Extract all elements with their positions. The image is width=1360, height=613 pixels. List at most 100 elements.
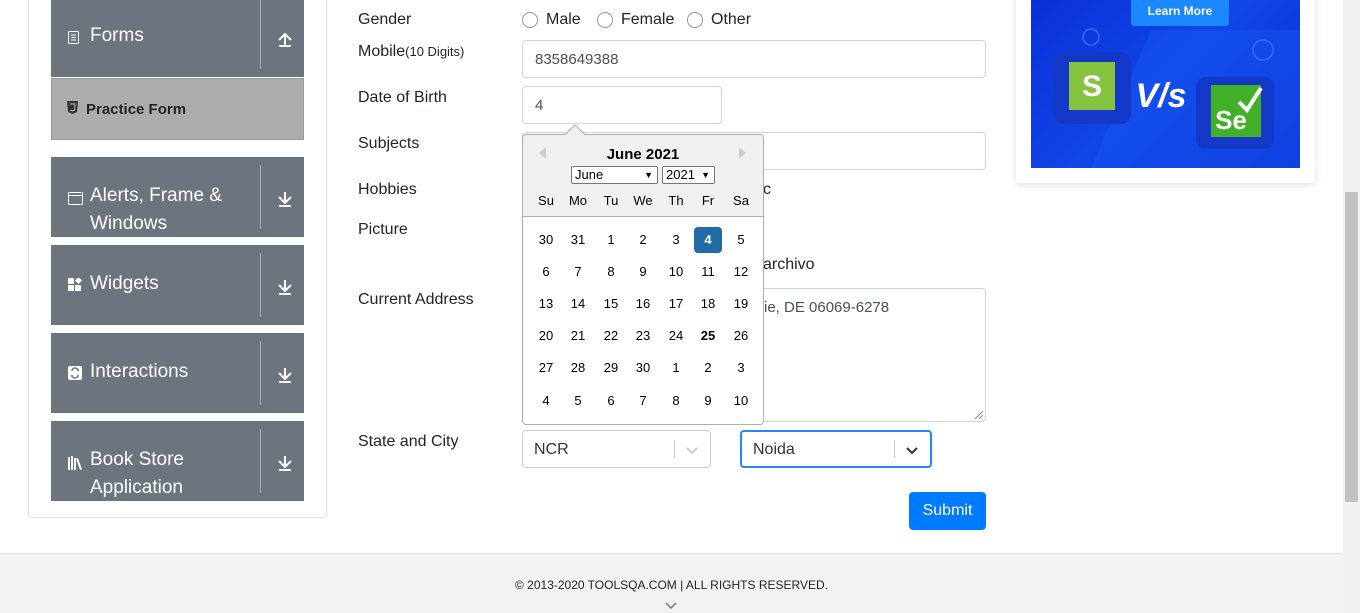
calendar-day[interactable]: 8 xyxy=(597,259,625,285)
calendar-day[interactable]: 7 xyxy=(629,388,657,414)
hobbies-option-partial[interactable]: c xyxy=(763,181,771,199)
calendar-day[interactable]: 18 xyxy=(694,291,722,317)
calendar-day[interactable]: 30 xyxy=(532,227,560,253)
calendar-day[interactable]: 29 xyxy=(597,355,625,381)
calendar-day[interactable]: 13 xyxy=(532,291,560,317)
chevron-down-icon[interactable] xyxy=(664,598,678,612)
calendar-day[interactable]: 3 xyxy=(727,355,755,381)
calendar-day[interactable]: 1 xyxy=(662,355,690,381)
current-address-value: ie, DE 06069-6278 xyxy=(764,299,890,316)
chevron-up-icon[interactable] xyxy=(275,29,295,49)
chevron-down-icon: ▼ xyxy=(644,170,653,180)
gender-label: Gender xyxy=(358,11,412,28)
ad-image[interactable]: Learn More S V/s Se xyxy=(1031,0,1300,168)
gender-radio-female[interactable] xyxy=(597,12,613,28)
mobile-label: Mobile(10 Digits) xyxy=(358,43,464,61)
chevron-down-icon: ▼ xyxy=(701,170,710,180)
divider xyxy=(894,440,895,458)
sidebar: Forms Practice Form Alerts, Frame & Wind… xyxy=(28,0,327,518)
gender-radio-male[interactable] xyxy=(522,12,538,28)
ad-artwork: S V/s Se xyxy=(1053,28,1300,168)
sidebar-item-practice-form[interactable]: Practice Form xyxy=(51,78,304,140)
calendar-day[interactable]: 26 xyxy=(727,323,755,349)
calendar-day[interactable]: 10 xyxy=(662,259,690,285)
dob-input[interactable]: 4 xyxy=(522,86,722,124)
footer: © 2013-2020 TOOLSQA.COM | ALL RIGHTS RES… xyxy=(0,553,1343,613)
calendar-day[interactable]: 5 xyxy=(727,227,755,253)
state-city-label: State and City xyxy=(358,433,459,450)
calendar-day[interactable]: 2 xyxy=(629,227,657,253)
calendar-day[interactable]: 7 xyxy=(564,259,592,285)
mobile-input[interactable]: 8358649388 xyxy=(522,40,986,78)
calendar-day[interactable]: 30 xyxy=(629,355,657,381)
datepicker-month-title: June 2021 xyxy=(606,146,680,163)
chevron-down-icon[interactable] xyxy=(904,442,920,458)
scrollbar-thumb[interactable] xyxy=(1345,192,1358,502)
day-name: Su xyxy=(538,193,554,208)
sidebar-group-book-store[interactable]: Book Store Application xyxy=(51,421,304,501)
calendar-day[interactable]: 6 xyxy=(532,259,560,285)
chevron-down-icon[interactable] xyxy=(275,277,295,297)
divider xyxy=(260,341,261,405)
sidebar-group-label: Interactions xyxy=(90,361,189,382)
state-select[interactable]: NCR xyxy=(522,430,711,468)
chevron-down-icon[interactable] xyxy=(684,442,700,458)
dob-label: Date of Birth xyxy=(358,89,447,106)
mobile-value: 8358649388 xyxy=(535,50,619,68)
picture-file-text[interactable]: archivo xyxy=(763,256,815,274)
month-select[interactable]: June ▼ xyxy=(571,166,658,184)
chevron-down-icon[interactable] xyxy=(275,453,295,473)
calendar-day[interactable]: 25 xyxy=(694,323,722,349)
calendar-day[interactable]: 4 xyxy=(532,388,560,414)
sidebar-group-widgets[interactable]: Widgets xyxy=(51,245,304,325)
hobbies-label: Hobbies xyxy=(358,181,417,198)
calendar-day[interactable]: 12 xyxy=(727,259,755,285)
calendar-day[interactable]: 24 xyxy=(662,323,690,349)
calendar-day[interactable]: 16 xyxy=(629,291,657,317)
divider xyxy=(260,0,261,69)
gender-option-label[interactable]: Female xyxy=(621,11,674,29)
calendar-day[interactable]: 21 xyxy=(564,323,592,349)
calendar-day[interactable]: 17 xyxy=(662,291,690,317)
chevron-down-icon[interactable] xyxy=(275,365,295,385)
calendar-day[interactable]: 2 xyxy=(694,355,722,381)
gender-radio-other[interactable] xyxy=(687,12,703,28)
sidebar-group-interactions[interactable]: Interactions xyxy=(51,333,304,413)
datepicker-header: June 2021 June ▼ 2021 ▼ Su Mo Tu We Th Fr … xyxy=(523,135,763,217)
calendar-day[interactable]: 3 xyxy=(662,227,690,253)
resize-handle-icon[interactable] xyxy=(975,411,983,419)
calendar-day[interactable]: 14 xyxy=(564,291,592,317)
calendar-day[interactable]: 15 xyxy=(597,291,625,317)
year-select-value: 2021 xyxy=(666,167,695,182)
city-select[interactable]: Noida xyxy=(740,430,932,468)
interactions-icon xyxy=(68,366,82,383)
calendar-day[interactable]: 1 xyxy=(597,227,625,253)
calendar-day[interactable]: 20 xyxy=(532,323,560,349)
gender-option-label[interactable]: Male xyxy=(546,11,581,29)
calendar-day[interactable]: 4 xyxy=(694,227,722,253)
calendar-day[interactable]: 23 xyxy=(629,323,657,349)
mobile-label-text: Mobile xyxy=(358,43,406,60)
day-name: Mo xyxy=(568,193,588,208)
ad-banner: Learn More S V/s Se xyxy=(1016,0,1315,183)
divider xyxy=(260,165,261,229)
calendar-day[interactable]: 9 xyxy=(694,388,722,414)
sidebar-group-alerts[interactable]: Alerts, Frame & Windows xyxy=(51,157,304,237)
sidebar-group-forms[interactable]: Forms xyxy=(51,0,304,77)
calendar-day[interactable]: 5 xyxy=(564,388,592,414)
calendar-day[interactable]: 28 xyxy=(564,355,592,381)
calendar-day[interactable]: 6 xyxy=(597,388,625,414)
submit-button[interactable]: Submit xyxy=(909,492,986,530)
calendar-day[interactable]: 9 xyxy=(629,259,657,285)
day-name: Tu xyxy=(603,193,619,208)
calendar-day[interactable]: 27 xyxy=(532,355,560,381)
calendar-day[interactable]: 8 xyxy=(662,388,690,414)
calendar-day[interactable]: 10 xyxy=(727,388,755,414)
calendar-day[interactable]: 11 xyxy=(694,259,722,285)
calendar-day[interactable]: 19 xyxy=(727,291,755,317)
chevron-down-icon[interactable] xyxy=(275,189,295,209)
gender-option-label[interactable]: Other xyxy=(711,11,751,29)
calendar-day[interactable]: 31 xyxy=(564,227,592,253)
year-select[interactable]: 2021 ▼ xyxy=(662,166,715,184)
calendar-day[interactable]: 22 xyxy=(597,323,625,349)
